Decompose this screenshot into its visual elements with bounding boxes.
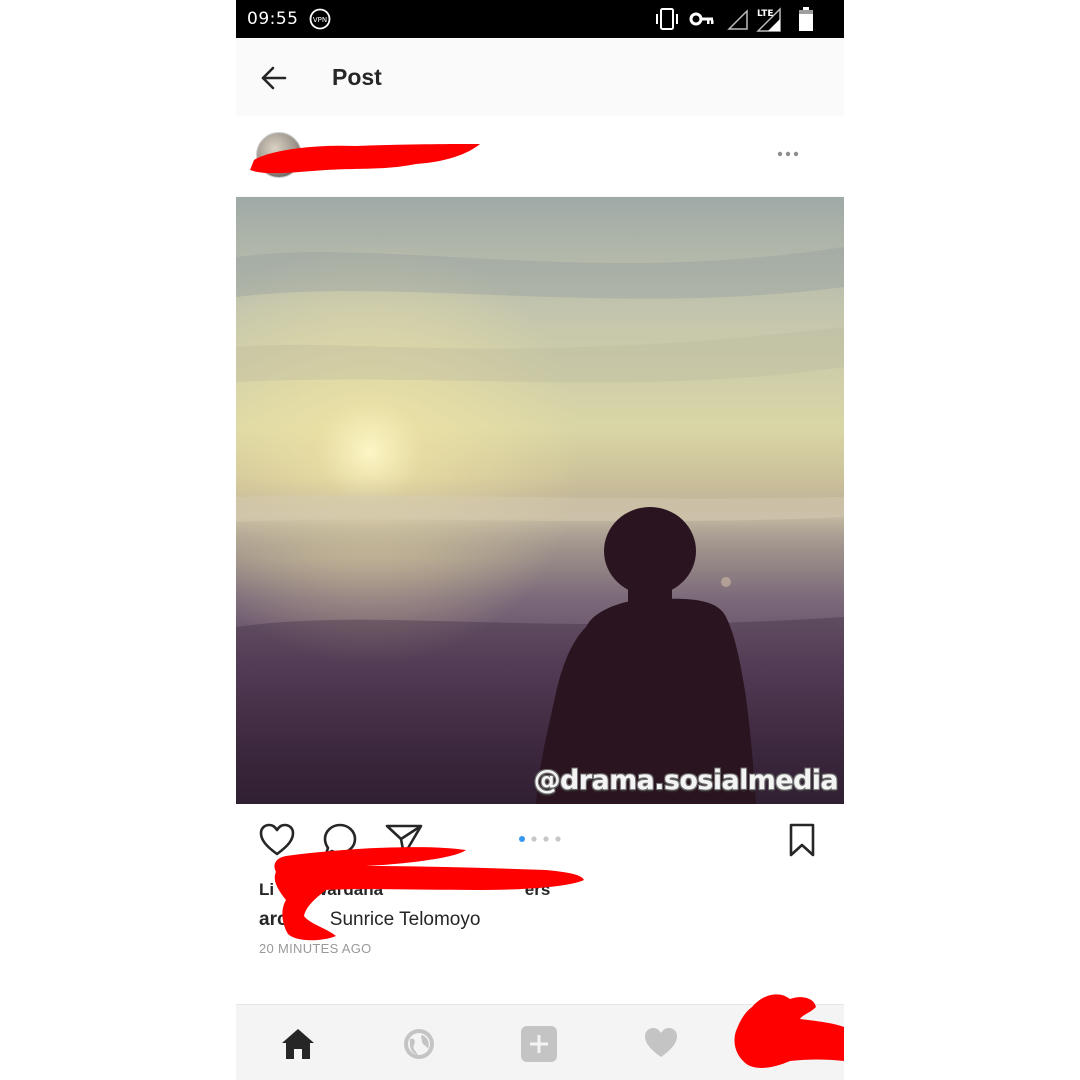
status-icons: LTE (654, 5, 834, 33)
carousel-dots (519, 836, 561, 842)
page-title: Post (332, 64, 382, 90)
signal-icon: LTE (756, 7, 781, 32)
signal-empty-icon (727, 9, 748, 30)
bottom-nav (236, 994, 844, 1080)
redaction-mark-profile (734, 994, 844, 1068)
battery-icon (799, 7, 813, 31)
status-time: 09:55 (247, 9, 299, 29)
sunrise-photo (236, 197, 844, 804)
app-header: Post (236, 38, 844, 116)
vpn-key-icon: VPN (309, 8, 331, 30)
redaction-mark-username (250, 144, 480, 174)
plus-square-icon[interactable] (520, 1025, 558, 1063)
more-horizontal-icon[interactable] (776, 148, 800, 160)
carousel-dot-3 (543, 836, 549, 842)
home-icon[interactable] (280, 1027, 316, 1061)
carousel-dot-1 (519, 836, 525, 842)
post-image[interactable]: @drama.sosialmedia (236, 197, 844, 804)
redaction-mark-caption (274, 847, 584, 941)
network-label: LTE (757, 9, 774, 19)
heart-icon[interactable] (644, 1027, 678, 1059)
carousel-dot-4 (555, 836, 561, 842)
svg-text:VPN: VPN (313, 16, 327, 24)
bookmark-icon[interactable] (788, 822, 816, 858)
post-header (236, 116, 844, 196)
watermark-text: @drama.sosialmedia (533, 765, 839, 796)
vibrate-icon (656, 8, 678, 30)
screenshot-canvas: 09:55 VPN LTE Post @drama.sosialmedia Li… (0, 0, 1080, 1080)
phone-screen: 09:55 VPN LTE Post @drama.sosialmedia Li… (236, 0, 844, 1080)
key-icon (689, 12, 714, 26)
post-caption: Li Wardana ers arc Sunrice Telomoyo 20 M… (236, 847, 844, 1004)
carousel-dot-2 (531, 836, 537, 842)
status-bar: 09:55 VPN LTE (236, 0, 844, 38)
globe-icon[interactable] (402, 1027, 436, 1061)
arrow-left-icon[interactable] (260, 64, 288, 92)
